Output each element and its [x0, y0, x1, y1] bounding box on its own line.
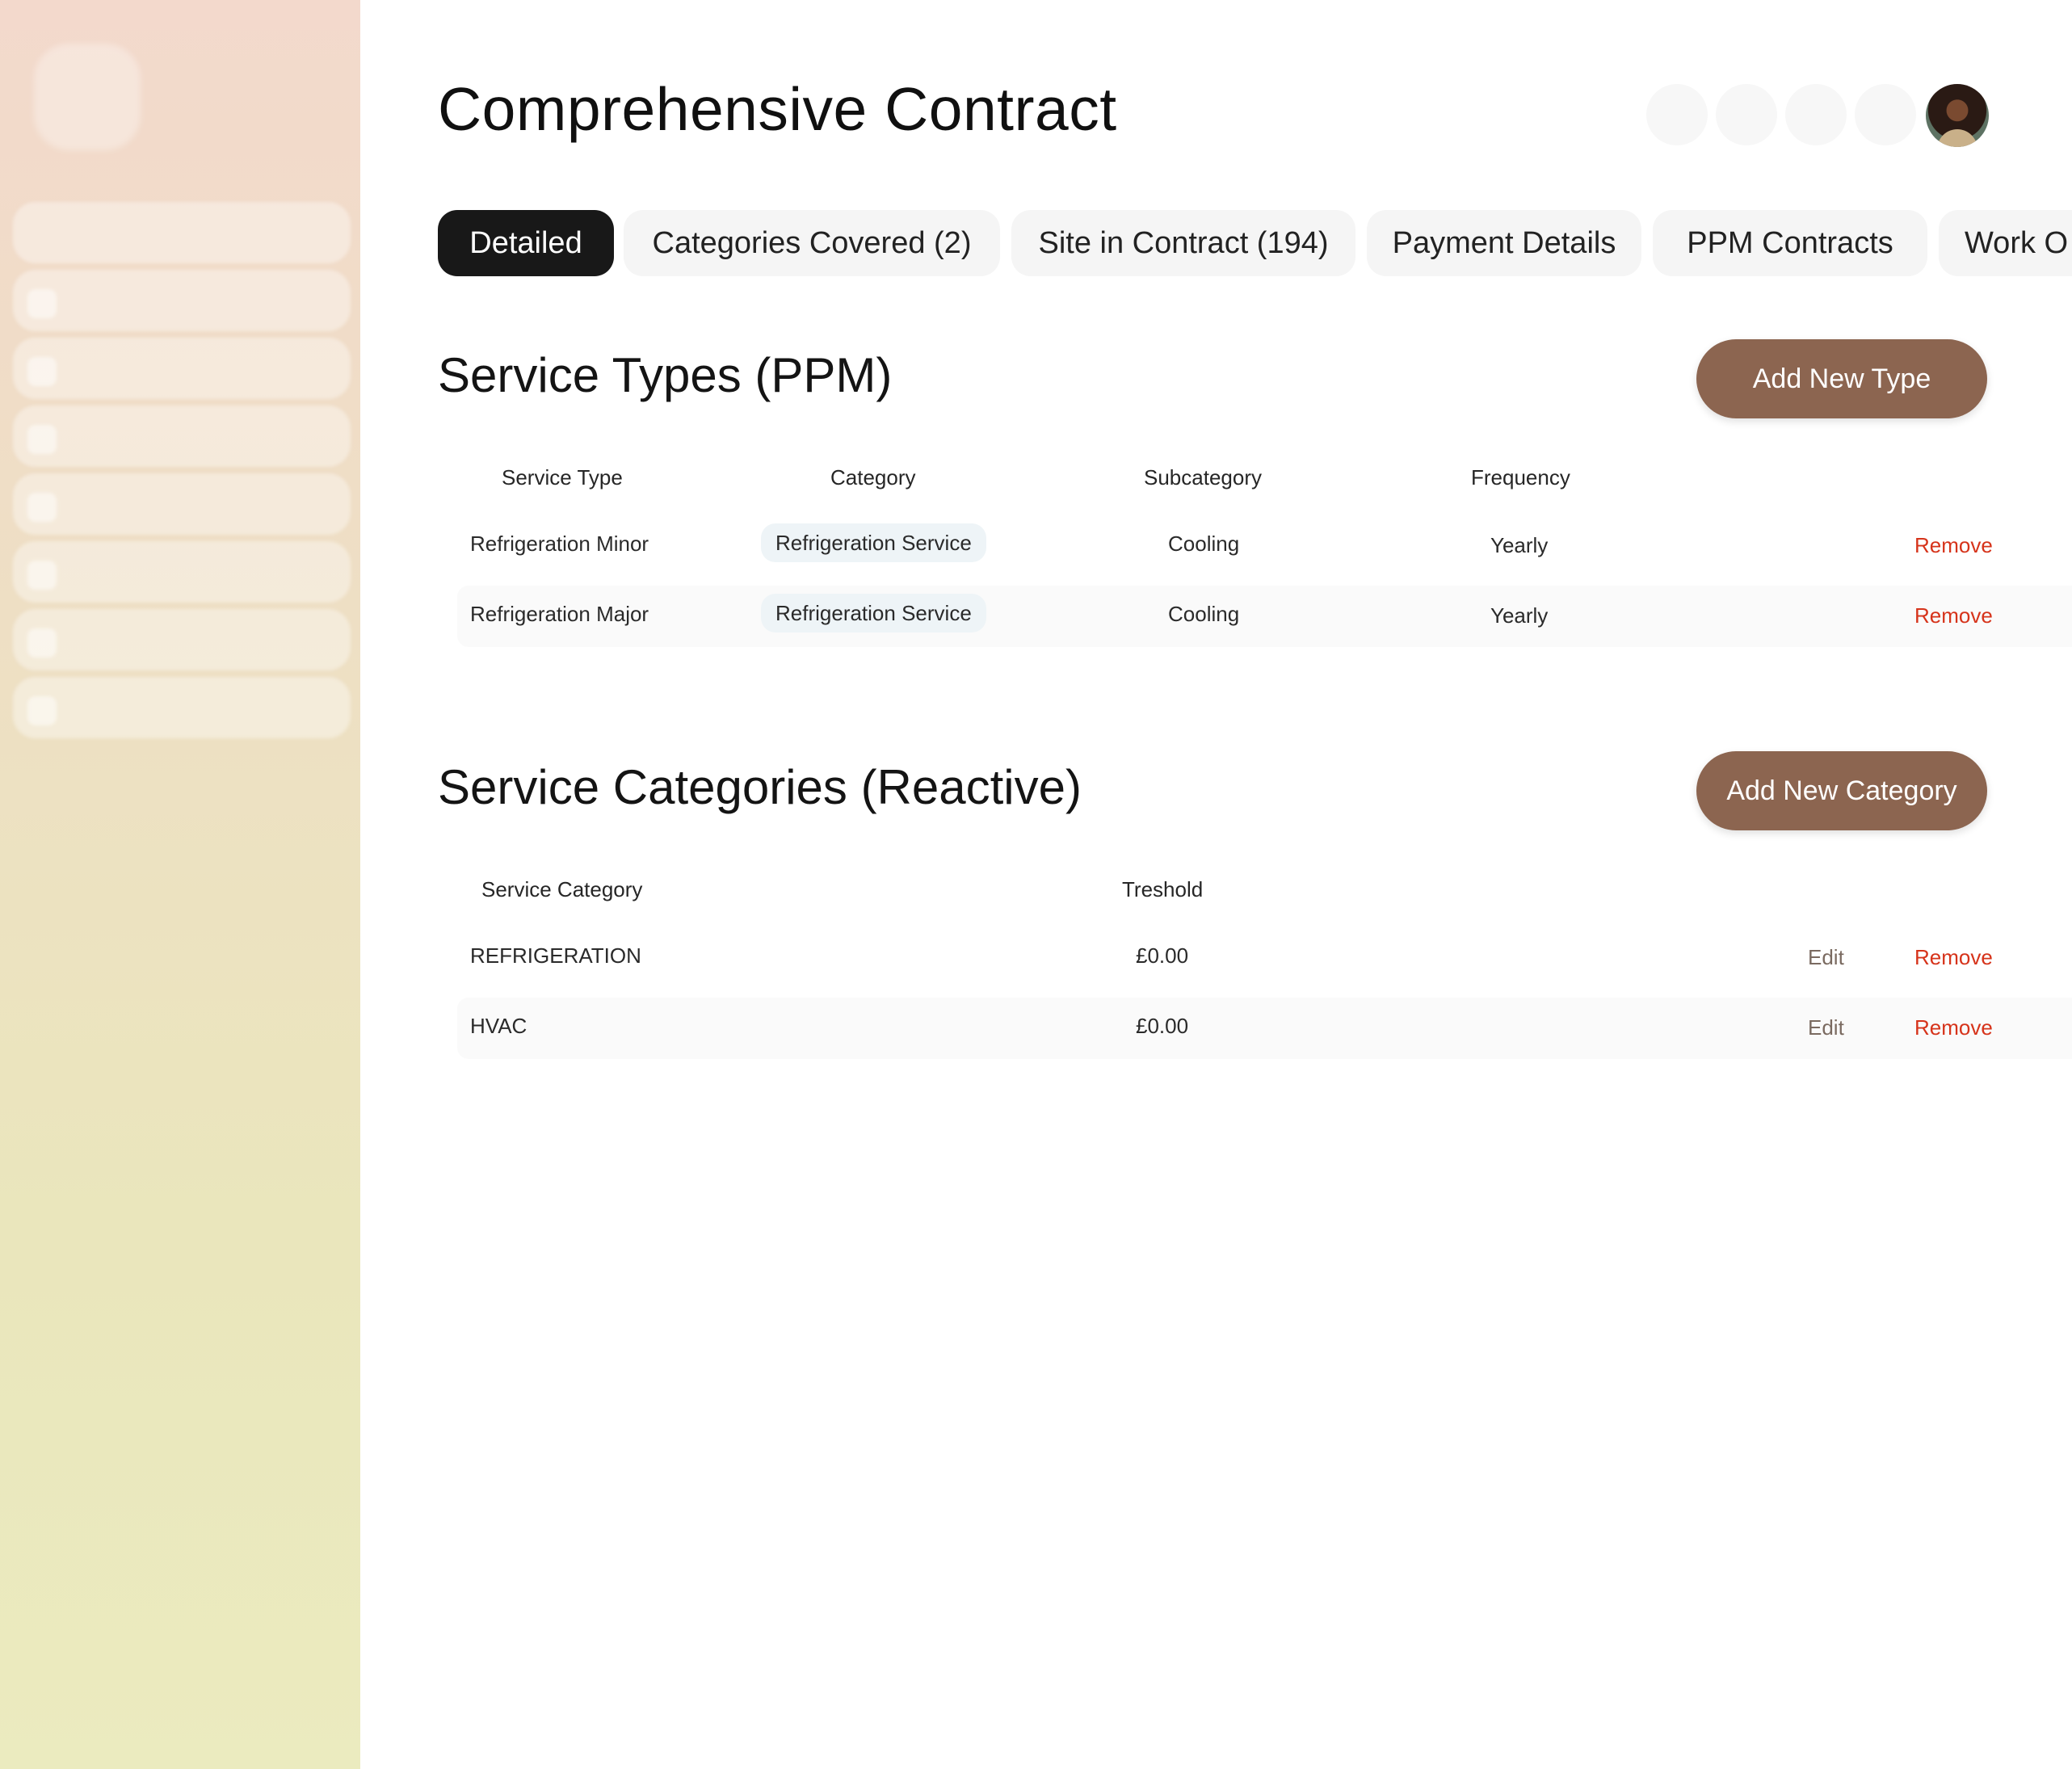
service-categories-title: Service Categories (Reactive)	[438, 760, 1082, 814]
nav-icon	[27, 696, 57, 725]
header-action-button[interactable]	[1716, 84, 1777, 145]
column-header: Service Category	[481, 877, 643, 901]
main-content: Comprehensive Contract Detailed Categori…	[360, 0, 2072, 1769]
column-header: Category	[830, 465, 916, 490]
page-title: Comprehensive Contract	[438, 75, 1117, 143]
sidebar-item-4[interactable]	[13, 405, 351, 467]
tab-site-in-contract[interactable]: Site in Contract (194)	[1011, 210, 1355, 276]
table-row	[457, 586, 2072, 647]
nav-icon	[27, 425, 57, 454]
sidebar-item-7[interactable]	[13, 609, 351, 670]
logo	[34, 44, 141, 150]
sidebar-item-2[interactable]	[13, 270, 351, 331]
threshold-cell: £0.00	[1136, 1014, 1189, 1038]
tab-work-orders[interactable]: Work O	[1939, 210, 2072, 276]
remove-link[interactable]: Remove	[1914, 1015, 1993, 1040]
remove-link[interactable]: Remove	[1914, 603, 1993, 628]
subcategory-cell: Cooling	[1168, 602, 1240, 626]
service-type-cell: Refrigeration Minor	[470, 532, 649, 556]
nav-icon	[27, 493, 57, 522]
category-chip: Refrigeration Service	[761, 523, 986, 562]
edit-link[interactable]: Edit	[1808, 1015, 1844, 1040]
sidebar	[0, 0, 360, 1769]
sidebar-item-6[interactable]	[13, 541, 351, 603]
header-action-button[interactable]	[1855, 84, 1916, 145]
avatar-shirt	[1937, 129, 1977, 147]
nav-icon	[27, 628, 57, 658]
remove-link[interactable]: Remove	[1914, 945, 1993, 970]
sidebar-item-1[interactable]	[13, 202, 351, 263]
sidebar-item-8[interactable]	[13, 677, 351, 738]
service-types-title: Service Types (PPM)	[438, 348, 893, 402]
tab-payment-details[interactable]: Payment Details	[1367, 210, 1641, 276]
edit-link[interactable]: Edit	[1808, 945, 1844, 970]
column-header: Service Type	[502, 465, 623, 490]
avatar[interactable]	[1926, 84, 1989, 147]
sidebar-item-5[interactable]	[13, 473, 351, 535]
tab-categories-covered[interactable]: Categories Covered (2)	[624, 210, 1000, 276]
threshold-cell: £0.00	[1136, 943, 1189, 968]
service-category-cell: HVAC	[470, 1014, 527, 1038]
column-header: Frequency	[1471, 465, 1570, 490]
header-action-button[interactable]	[1646, 84, 1708, 145]
category-chip: Refrigeration Service	[761, 594, 986, 632]
add-new-category-button[interactable]: Add New Category	[1696, 751, 1987, 830]
column-header: Subcategory	[1144, 465, 1262, 490]
frequency-cell: Yearly	[1490, 533, 1549, 557]
column-header: Treshold	[1122, 877, 1204, 901]
tab-detailed[interactable]: Detailed	[438, 210, 614, 276]
service-category-cell: REFRIGERATION	[470, 943, 641, 968]
service-type-cell: Refrigeration Major	[470, 602, 649, 626]
add-new-type-button[interactable]: Add New Type	[1696, 339, 1987, 418]
sidebar-item-3[interactable]	[13, 338, 351, 399]
header-action-button[interactable]	[1785, 84, 1847, 145]
tab-ppm-contracts[interactable]: PPM Contracts	[1653, 210, 1927, 276]
nav-icon	[27, 357, 57, 386]
nav-icon	[27, 289, 57, 318]
nav-icon	[27, 561, 57, 590]
remove-link[interactable]: Remove	[1914, 533, 1993, 558]
subcategory-cell: Cooling	[1168, 532, 1240, 556]
frequency-cell: Yearly	[1490, 603, 1549, 628]
